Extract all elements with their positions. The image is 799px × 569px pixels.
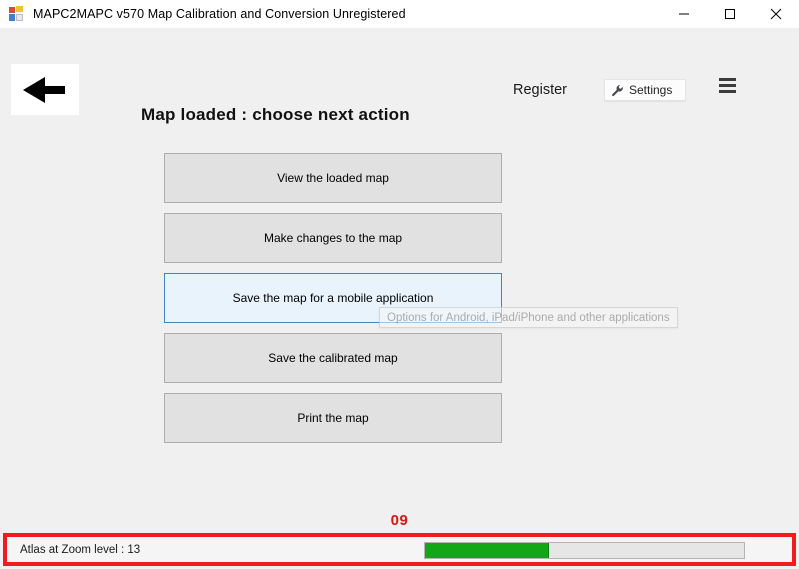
back-arrow-icon	[23, 76, 65, 103]
maximize-icon	[725, 8, 735, 19]
progress-bar-fill	[425, 543, 550, 558]
progress-bar	[424, 542, 745, 559]
window-title: MAPC2MAPC v570 Map Calibration and Conve…	[33, 6, 406, 21]
settings-button[interactable]: Settings	[604, 79, 686, 101]
register-link[interactable]: Register	[513, 82, 567, 98]
tooltip: Options for Android, iPad/iPhone and oth…	[379, 307, 678, 328]
hamburger-menu-icon	[719, 77, 736, 81]
close-button[interactable]	[753, 0, 799, 27]
progress-counter: 09	[390, 512, 409, 529]
action-button-make-changes[interactable]: Make changes to the map	[164, 213, 502, 263]
action-button-save-calibrated[interactable]: Save the calibrated map	[164, 333, 502, 383]
action-button-list: View the loaded map Make changes to the …	[164, 153, 502, 453]
window-controls	[661, 0, 799, 27]
title-bar: MAPC2MAPC v570 Map Calibration and Conve…	[0, 0, 799, 28]
maximize-button[interactable]	[707, 0, 753, 27]
page-title: Map loaded : choose next action	[141, 105, 410, 124]
close-icon	[770, 8, 782, 19]
action-button-print-map[interactable]: Print the map	[164, 393, 502, 443]
app-logo-icon	[9, 5, 25, 22]
menu-button[interactable]	[713, 72, 742, 98]
minimize-button[interactable]	[661, 0, 707, 27]
settings-label: Settings	[629, 83, 673, 97]
status-text: Atlas at Zoom level : 13	[20, 543, 141, 556]
wrench-icon	[612, 84, 623, 96]
application-window: MAPC2MAPC v570 Map Calibration and Conve…	[0, 0, 799, 569]
status-bar: Atlas at Zoom level : 13	[3, 533, 796, 566]
action-button-view-map[interactable]: View the loaded map	[164, 153, 502, 203]
minimize-icon	[679, 13, 689, 14]
back-button[interactable]	[11, 64, 79, 115]
